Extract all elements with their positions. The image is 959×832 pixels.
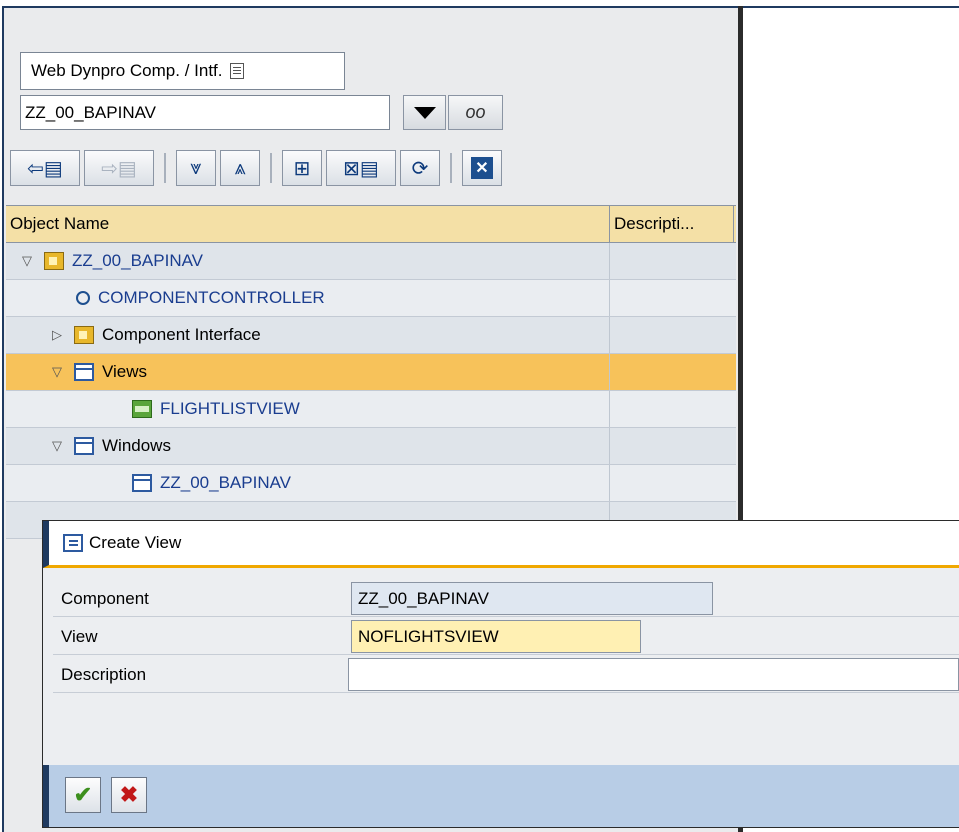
form-row-description: Description	[53, 657, 959, 693]
close-icon: ✕	[471, 157, 493, 179]
expand-all-icon: ⩔	[190, 156, 202, 179]
object-name-input[interactable]: ZZ_00_BAPINAV	[20, 95, 390, 130]
window-icon	[74, 437, 94, 455]
tree-cell-description	[610, 280, 734, 316]
collapse-icon[interactable]: ▽	[50, 364, 64, 380]
dialog-title-bar[interactable]: Create View	[43, 521, 959, 568]
tree-cell-name: COMPONENTCONTROLLER	[6, 280, 610, 316]
cancel-icon: ✖	[119, 782, 139, 807]
tree-row[interactable]: ZZ_00_BAPINAV	[6, 465, 736, 502]
description-label: Description	[61, 664, 147, 684]
object-type-select[interactable]: Web Dynpro Comp. / Intf.	[20, 52, 345, 90]
tree-node-label[interactable]: ZZ_00_BAPINAV	[160, 473, 291, 493]
navigator-toolbar: ⇦▤ ⇨▤ ⩔ ⩓ ⊞ ⊠▤ ⟳ ✕	[10, 148, 502, 188]
dialog-title: Create View	[89, 533, 182, 552]
back-button[interactable]: ⇦▤	[10, 150, 80, 186]
cancel-button[interactable]: ✖	[111, 777, 147, 813]
tree-row[interactable]: ▷ Component Interface	[6, 317, 736, 354]
tree-cell-name: ▽ Windows	[6, 428, 610, 464]
object-type-label: Web Dynpro Comp. / Intf.	[31, 61, 223, 80]
tree-cell-name: ▽ ZZ_00_BAPINAV	[6, 243, 610, 279]
component-label: Component	[61, 588, 149, 608]
collapse-all-button[interactable]: ⩓	[220, 150, 260, 186]
column-header-object-name[interactable]: Object Name	[6, 206, 610, 242]
window-icon	[74, 363, 94, 381]
forward-icon: ⇨▤	[101, 157, 137, 180]
glasses-icon: oo	[465, 102, 486, 122]
create-view-dialog: Create View Component ZZ_00_BAPINAV View…	[42, 520, 959, 828]
window-icon	[132, 474, 152, 492]
tree-cell-name: ▷ Component Interface	[6, 317, 610, 353]
refresh-button[interactable]: ⟳	[400, 150, 440, 186]
tree-cell-description	[610, 391, 734, 427]
component-icon	[44, 252, 64, 270]
tree-row[interactable]: COMPONENTCONTROLLER	[6, 280, 736, 317]
tree-node-label[interactable]: ZZ_00_BAPINAV	[72, 251, 203, 271]
tree-cell-description	[610, 243, 734, 279]
tree-cell-description	[610, 354, 734, 390]
component-field: ZZ_00_BAPINAV	[351, 582, 713, 615]
tree-cell-description	[610, 465, 734, 501]
display-object-list-button[interactable]: ⊠▤	[326, 150, 396, 186]
forward-button[interactable]: ⇨▤	[84, 150, 154, 186]
component-icon	[74, 326, 94, 344]
workbench-window: Web Dynpro Comp. / Intf. ZZ_00_BAPINAV o…	[0, 0, 959, 832]
view-name-field[interactable]: NOFLIGHTSVIEW	[351, 620, 641, 653]
collapse-all-icon: ⩓	[234, 156, 246, 179]
back-icon: ⇦▤	[27, 157, 63, 180]
list-icon[interactable]	[230, 63, 245, 79]
tree-row[interactable]: FLIGHTLISTVIEW	[6, 391, 736, 428]
controller-icon	[76, 291, 90, 305]
object-name-dropdown-button[interactable]	[403, 95, 446, 130]
close-navigator-button[interactable]: ✕	[462, 150, 502, 186]
form-row-view: View NOFLIGHTSVIEW	[53, 619, 959, 655]
checkmark-icon: ✔	[73, 782, 93, 807]
continue-button[interactable]: ✔	[65, 777, 101, 813]
tree-cell-name: ZZ_00_BAPINAV	[6, 465, 610, 501]
view-icon	[132, 400, 152, 418]
dialog-button-bar: ✔ ✖	[43, 765, 959, 827]
column-header-description[interactable]: Descripti...	[610, 206, 734, 242]
collapse-icon[interactable]: ▽	[50, 438, 64, 454]
expand-icon[interactable]: ▷	[50, 327, 64, 343]
tree-node-label[interactable]: FLIGHTLISTVIEW	[160, 399, 300, 419]
tree-node-label[interactable]: Windows	[102, 436, 171, 456]
form-row-component: Component ZZ_00_BAPINAV	[53, 581, 959, 617]
display-object-button[interactable]: oo	[448, 95, 503, 130]
hierarchy-button[interactable]: ⊞	[282, 150, 322, 186]
tree-node-label[interactable]: Views	[102, 362, 147, 382]
object-tree: Object Name Descripti... ▽ ZZ_00_BAPINAV…	[6, 205, 736, 539]
tree-row[interactable]: ▽ Views	[6, 354, 736, 391]
tree-header: Object Name Descripti...	[6, 206, 736, 243]
expand-all-button[interactable]: ⩔	[176, 150, 216, 186]
caret-down-icon	[413, 106, 436, 119]
description-field[interactable]	[348, 658, 959, 691]
create-icon	[63, 534, 83, 552]
tree-node-label[interactable]: COMPONENTCONTROLLER	[98, 288, 325, 308]
toolbar-separator	[450, 153, 452, 183]
collapse-icon[interactable]: ▽	[20, 253, 34, 269]
toolbar-separator	[164, 153, 166, 183]
tree-cell-description	[610, 428, 734, 464]
toolbar-separator	[270, 153, 272, 183]
tree-cell-description	[610, 317, 734, 353]
view-label: View	[61, 626, 98, 646]
tree-row[interactable]: ▽ ZZ_00_BAPINAV	[6, 243, 736, 280]
tree-row[interactable]: ▽ Windows	[6, 428, 736, 465]
refresh-icon: ⟳	[411, 157, 429, 180]
tree-cell-name: FLIGHTLISTVIEW	[6, 391, 610, 427]
tree-cell-name: ▽ Views	[6, 354, 610, 390]
hierarchy-icon: ⊞	[293, 157, 311, 180]
tree-node-label[interactable]: Component Interface	[102, 325, 261, 345]
display-object-list-icon: ⊠▤	[343, 157, 379, 180]
